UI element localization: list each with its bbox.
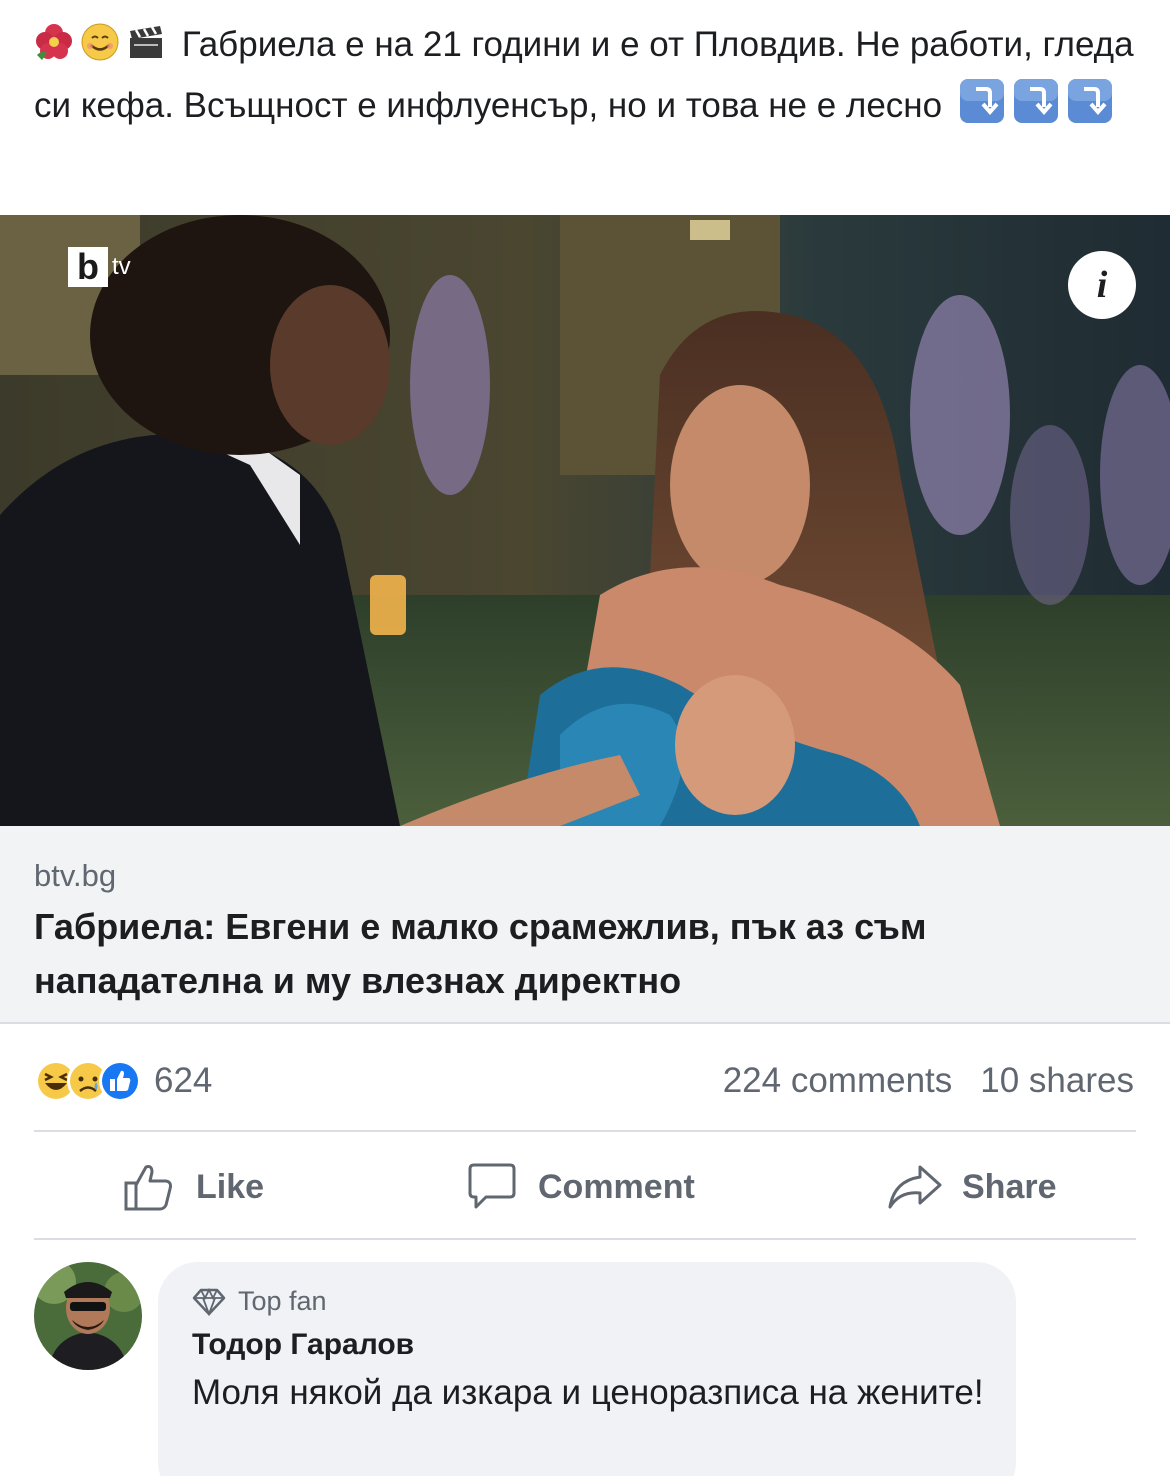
channel-logo-b: b	[68, 247, 108, 287]
comment-text: Моля някой да изкара и ценоразписа на же…	[192, 1373, 984, 1412]
hibiscus-icon	[36, 24, 72, 60]
link-preview-card[interactable]: btv.bg Габриела: Евгени е малко срамежли…	[0, 826, 1170, 1024]
comment-bubble[interactable]: Top fan Тодор Гаралов Моля някой да изка…	[158, 1262, 1016, 1476]
comment-button[interactable]: Comment	[464, 1157, 695, 1217]
comments-count[interactable]: 224 comments	[723, 1061, 953, 1101]
like-icon	[99, 1060, 141, 1102]
share-icon	[888, 1165, 942, 1209]
comment-icon	[468, 1163, 516, 1209]
share-button[interactable]: Share	[886, 1157, 1057, 1217]
comment-author[interactable]: Тодор Гаралов	[192, 1328, 414, 1362]
link-domain: btv.bg	[34, 858, 117, 893]
divider	[34, 1238, 1136, 1240]
diamond-icon	[192, 1287, 226, 1316]
info-icon[interactable]: i	[1068, 251, 1136, 319]
arrow-down-box-icon	[1013, 79, 1058, 123]
like-label: Like	[196, 1167, 265, 1206]
channel-logo: b tv	[68, 247, 131, 287]
engagement-stats: 224 comments 10 shares	[723, 1056, 1134, 1106]
reactions-summary[interactable]: 624	[34, 1056, 212, 1106]
avatar[interactable]	[34, 1262, 142, 1370]
channel-logo-tv: tv	[112, 253, 131, 280]
smiling-face-icon	[81, 23, 119, 61]
divider	[34, 1130, 1136, 1132]
arrow-down-box-icon	[959, 79, 1004, 123]
top-fan-badge: Top fan	[192, 1286, 327, 1317]
link-title[interactable]: Габриела: Евгени е малко срамежлив, пък …	[34, 900, 1114, 1008]
arrow-down-box-icon	[1067, 79, 1112, 123]
clapper-board-icon	[130, 26, 162, 58]
post-text: Габриела е на 21 години и е от Пловдив. …	[34, 14, 1134, 136]
like-button[interactable]: Like	[122, 1157, 264, 1217]
reaction-count: 624	[154, 1061, 213, 1100]
comment-label: Comment	[538, 1167, 695, 1206]
shares-count[interactable]: 10 shares	[980, 1061, 1134, 1101]
top-fan-label: Top fan	[238, 1286, 327, 1316]
post-media-image[interactable]	[0, 215, 1170, 826]
thumbs-up-icon	[124, 1165, 172, 1211]
share-label: Share	[962, 1167, 1057, 1206]
